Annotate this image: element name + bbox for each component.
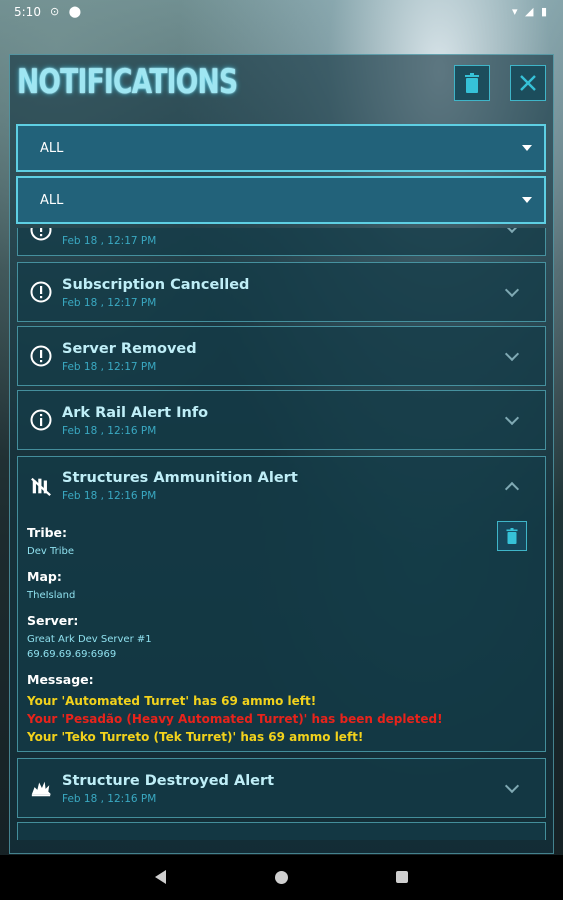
recent-apps-icon[interactable] [396,871,408,883]
trash-icon [465,73,479,93]
chevron-down-icon[interactable] [504,228,520,234]
category-filter-value: ALL [40,141,64,156]
tribe-value: Dev Tribe [27,546,74,557]
notification-title: Structures Ammunition Alert [62,470,298,486]
chevron-down-icon [522,145,532,151]
notification-item-expanded[interactable]: Structures Ammunition Alert Feb 18 , 12:… [17,456,546,752]
exclamation-icon [30,281,52,303]
chevron-up-icon[interactable] [504,481,520,497]
notification-item[interactable] [17,822,546,840]
delete-all-button[interactable] [454,65,490,101]
notification-item[interactable]: Subscription Cancelled Feb 18 , 12:17 PM [17,262,546,322]
delete-notification-button[interactable] [497,521,527,551]
chevron-down-icon[interactable] [504,778,520,794]
chevron-down-icon[interactable] [504,346,520,362]
notification-date: Feb 18 , 12:16 PM [62,490,157,502]
notification-list[interactable]: Feb 18 , 12:17 PM Subscription Cancelled… [17,228,547,840]
message-line: Your 'Automated Turret' has 69 ammo left… [27,694,317,708]
chevron-down-icon[interactable] [504,282,520,298]
system-status-icons: ▾ ◢ ▮ [511,5,549,18]
page-title: NOTIFICATIONS [17,62,238,102]
notification-title: Subscription Cancelled [62,277,250,293]
close-icon [520,75,536,91]
info-icon [30,409,52,431]
notification-date: Feb 18 , 12:17 PM [62,235,157,247]
notification-date: Feb 18 , 12:17 PM [62,297,157,309]
close-button[interactable] [510,65,546,101]
chevron-down-icon[interactable] [504,410,520,426]
back-icon[interactable] [155,870,166,884]
message-line: Your 'Pesadão (Heavy Automated Turret)' … [27,712,443,726]
notification-date: Feb 18 , 12:16 PM [62,793,157,805]
server-label: Server: [27,613,79,628]
status-time: 5:10 [14,5,41,19]
notification-item[interactable]: Feb 18 , 12:17 PM [17,228,546,256]
ammunition-icon [30,475,52,497]
map-value: TheIsland [27,590,76,601]
type-filter-dropdown[interactable]: ALL [16,176,546,224]
server-ip: 69.69.69.69:6969 [27,649,117,660]
trash-icon [506,528,518,544]
exclamation-icon [30,345,52,367]
notification-date: Feb 18 , 12:16 PM [62,425,157,437]
notification-item[interactable]: Server Removed Feb 18 , 12:17 PM [17,326,546,386]
system-navigation-bar [0,855,563,900]
tribe-label: Tribe: [27,525,68,540]
message-line: Your 'Teko Turreto (Tek Turret)' has 69 … [27,730,364,744]
notification-date: Feb 18 , 12:17 PM [62,361,157,373]
notification-title: Structure Destroyed Alert [62,773,275,789]
notification-title: Ark Rail Alert Info [62,405,209,421]
notification-item[interactable]: Ark Rail Alert Info Feb 18 , 12:16 PM [17,390,546,450]
message-label: Message: [27,672,94,687]
status-bar: 5:10 ⊙ ⬤ ▾ ◢ ▮ [0,0,563,24]
chevron-down-icon [522,197,532,203]
category-filter-dropdown[interactable]: ALL [16,124,546,172]
explosion-icon [30,777,52,799]
exclamation-icon [30,228,52,241]
home-icon[interactable] [275,871,288,884]
notification-status-icons: ⊙ ⬤ [50,5,85,18]
map-label: Map: [27,569,62,584]
type-filter-value: ALL [40,193,64,208]
server-name: Great Ark Dev Server #1 [27,634,152,645]
notification-title: Server Removed [62,341,197,357]
notification-item[interactable]: Structure Destroyed Alert Feb 18 , 12:16… [17,758,546,818]
